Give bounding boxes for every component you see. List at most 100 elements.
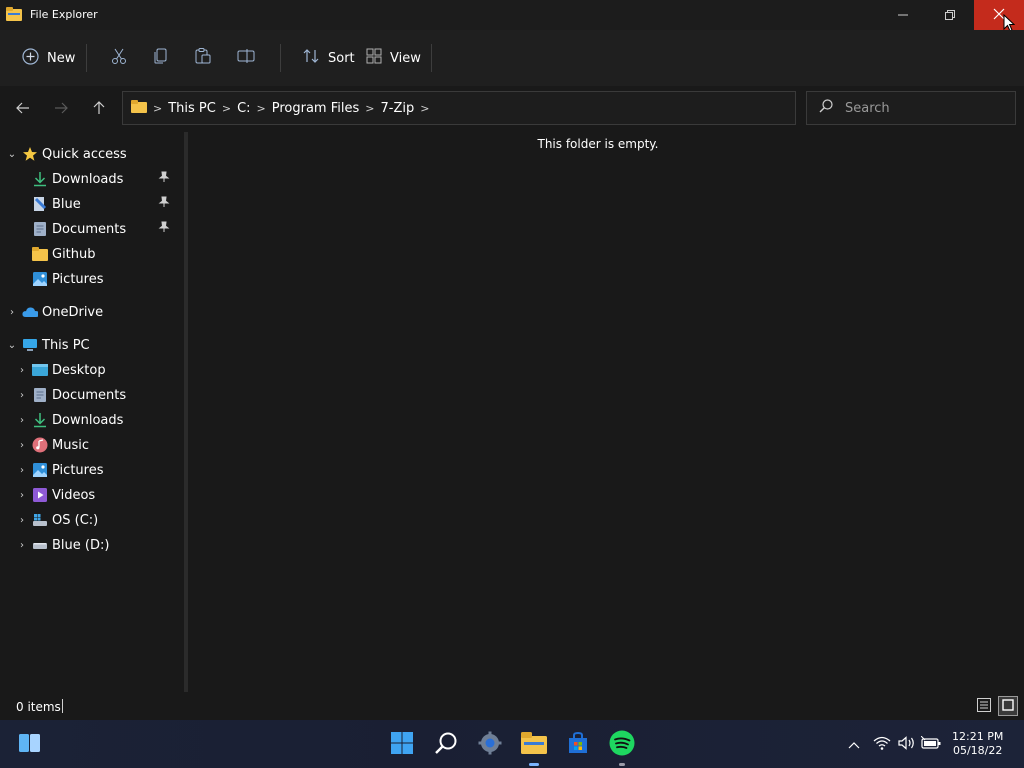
running-app-indicator xyxy=(619,763,625,766)
navigation-row: > This PC > C: > Program Files > 7-Zip >… xyxy=(0,86,1024,132)
chevron-right-icon[interactable]: > xyxy=(365,102,374,115)
view-grid-icon xyxy=(366,48,382,68)
sidebar-item-desktop[interactable]: › Desktop xyxy=(16,358,106,382)
chevron-right-icon[interactable]: › xyxy=(16,440,28,451)
file-list-area[interactable]: This folder is empty. xyxy=(188,132,1024,692)
sidebar-item-label: Music xyxy=(52,437,89,453)
forward-button[interactable] xyxy=(47,96,75,122)
widgets-icon xyxy=(18,732,42,757)
pin-icon[interactable] xyxy=(158,221,170,237)
store-taskbar-button[interactable] xyxy=(562,728,594,760)
details-view-icon xyxy=(977,697,991,715)
arrow-left-icon xyxy=(16,101,30,118)
sidebar-item-documents[interactable]: Documents xyxy=(26,217,176,241)
sidebar-item-label: Downloads xyxy=(52,171,124,187)
toolbar-separator xyxy=(280,44,281,72)
speaker-icon xyxy=(898,735,916,753)
start-button[interactable] xyxy=(386,728,418,760)
sidebar-item-pictures[interactable]: Pictures xyxy=(26,267,103,291)
new-button[interactable]: New xyxy=(16,44,81,72)
minimize-button[interactable] xyxy=(880,0,926,30)
navigation-pane: ⌄ Quick access Downloads Blue Documents … xyxy=(0,132,184,692)
sidebar-item-blue-d[interactable]: › Blue (D:) xyxy=(16,533,109,557)
restore-button[interactable] xyxy=(927,0,973,30)
view-label: View xyxy=(390,50,421,66)
view-button[interactable]: View xyxy=(360,44,427,72)
breadcrumb-7zip[interactable]: 7-Zip xyxy=(380,101,414,116)
chevron-down-icon[interactable]: ⌄ xyxy=(6,340,18,351)
sidebar-item-downloads-pc[interactable]: › Downloads xyxy=(16,408,123,432)
wifi-icon xyxy=(873,736,891,753)
search-box[interactable]: Search xyxy=(806,91,1016,125)
chevron-right-icon[interactable]: › xyxy=(16,465,28,476)
large-icons-view-button[interactable] xyxy=(998,696,1018,716)
sidebar-item-documents-pc[interactable]: › Documents xyxy=(16,383,126,407)
chevron-right-icon[interactable]: > xyxy=(257,102,266,115)
store-icon xyxy=(566,731,590,758)
sidebar-item-pictures-pc[interactable]: › Pictures xyxy=(16,458,103,482)
download-icon xyxy=(32,412,48,428)
wifi-button[interactable] xyxy=(868,728,896,760)
sidebar-item-downloads[interactable]: Downloads xyxy=(26,167,176,191)
sidebar-item-label: Github xyxy=(52,246,96,262)
this-pc-label: This PC xyxy=(42,337,90,353)
tree-onedrive[interactable]: › OneDrive xyxy=(6,300,103,324)
show-hidden-icons-button[interactable] xyxy=(838,728,870,760)
sidebar-item-music[interactable]: › Music xyxy=(16,433,89,457)
rename-icon xyxy=(237,47,255,69)
battery-plug-icon xyxy=(920,735,941,753)
arrow-right-icon xyxy=(54,101,68,118)
paste-button[interactable] xyxy=(188,44,218,72)
tree-quick-access[interactable]: ⌄ Quick access xyxy=(6,142,127,166)
chevron-right-icon[interactable]: › xyxy=(16,515,28,526)
search-taskbar-button[interactable] xyxy=(430,728,462,760)
back-button[interactable] xyxy=(9,96,37,122)
computer-icon xyxy=(22,337,38,353)
settings-taskbar-button[interactable] xyxy=(474,728,506,760)
chevron-right-icon[interactable]: › xyxy=(16,365,28,376)
sidebar-item-blue[interactable]: Blue xyxy=(26,192,176,216)
address-bar[interactable]: > This PC > C: > Program Files > 7-Zip > xyxy=(122,91,796,125)
widgets-button[interactable] xyxy=(14,728,46,760)
clock-time: 12:21 PM xyxy=(952,730,1004,743)
copy-button[interactable] xyxy=(146,44,176,72)
pictures-icon xyxy=(32,462,48,478)
music-icon xyxy=(32,437,48,453)
close-button[interactable] xyxy=(974,0,1024,30)
sidebar-item-github[interactable]: Github xyxy=(26,242,96,266)
sort-button[interactable]: Sort xyxy=(296,44,361,72)
breadcrumb-this-pc[interactable]: This PC xyxy=(168,101,216,116)
pin-icon[interactable] xyxy=(158,171,170,187)
chevron-right-icon[interactable]: › xyxy=(16,390,28,401)
details-view-button[interactable] xyxy=(974,696,994,716)
sidebar-item-os-c[interactable]: › OS (C:) xyxy=(16,508,98,532)
chevron-right-icon[interactable]: › xyxy=(6,307,18,318)
search-icon xyxy=(819,99,833,117)
tree-this-pc[interactable]: ⌄ This PC xyxy=(6,333,90,357)
title-bar: File Explorer xyxy=(0,0,1024,32)
up-button[interactable] xyxy=(85,96,113,122)
breadcrumb-program-files[interactable]: Program Files xyxy=(272,101,360,116)
chevron-right-icon[interactable]: › xyxy=(16,540,28,551)
pin-icon[interactable] xyxy=(158,196,170,212)
chevron-down-icon[interactable]: ⌄ xyxy=(6,149,18,160)
new-label: New xyxy=(47,50,76,66)
star-icon xyxy=(22,146,38,162)
spotify-taskbar-button[interactable] xyxy=(606,728,638,766)
chevron-right-icon[interactable]: > xyxy=(420,102,429,115)
document-icon xyxy=(32,196,48,212)
chevron-right-icon[interactable]: › xyxy=(16,490,28,501)
sidebar-item-videos[interactable]: › Videos xyxy=(16,483,95,507)
toolbar-separator xyxy=(431,44,432,72)
sidebar-item-label: OS (C:) xyxy=(52,512,99,528)
documents-icon xyxy=(32,221,48,237)
breadcrumb-c-drive[interactable]: C: xyxy=(237,101,250,116)
cut-button[interactable] xyxy=(104,44,134,72)
file-explorer-taskbar-button[interactable] xyxy=(518,728,550,766)
sidebar-item-label: Blue (D:) xyxy=(52,537,110,553)
chevron-right-icon[interactable]: > xyxy=(222,102,231,115)
battery-button[interactable] xyxy=(917,728,945,760)
chevron-right-icon[interactable]: › xyxy=(16,415,28,426)
rename-button[interactable] xyxy=(231,44,261,72)
system-clock[interactable]: 12:21 PM 05/18/22 xyxy=(952,730,1003,758)
